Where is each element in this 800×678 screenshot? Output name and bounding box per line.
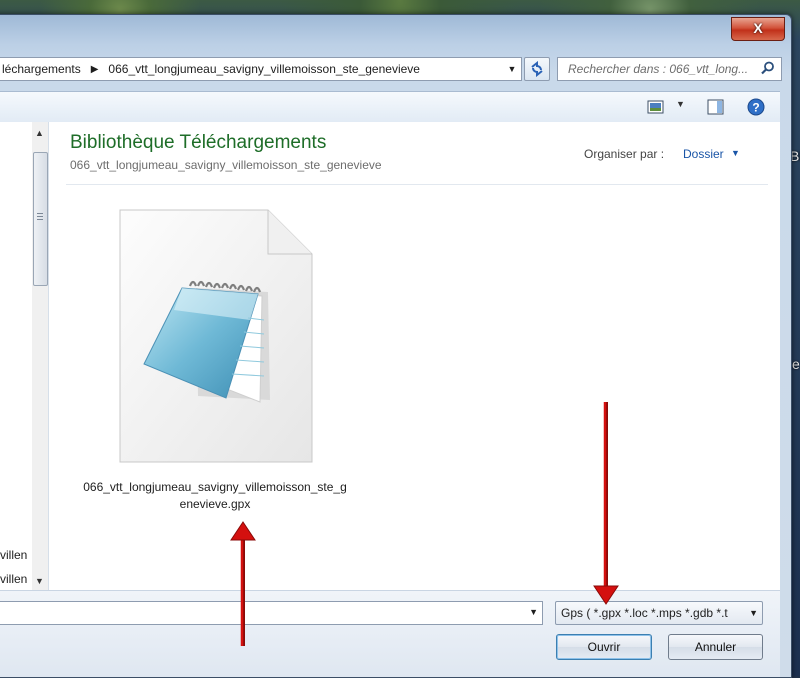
- desktop-map-label: e: [792, 356, 800, 372]
- toolbar: ▼ ?: [0, 91, 780, 123]
- help-icon[interactable]: ?: [747, 98, 765, 116]
- navigation-scroll-thumb[interactable]: [33, 152, 48, 286]
- notepad-document-icon[interactable]: [118, 208, 314, 464]
- refresh-icon: [531, 60, 543, 78]
- close-button[interactable]: X: [731, 17, 785, 41]
- file-name-line: 066_vtt_longjumeau_savigny_villemoisson_…: [83, 480, 347, 494]
- file-type-filter-value: Gps ( *.gpx *.loc *.mps *.gdb *.t: [561, 606, 728, 620]
- cancel-button[interactable]: Annuler: [668, 634, 763, 660]
- address-bar[interactable]: léchargements ▶ 066_vtt_longjumeau_savig…: [0, 57, 522, 81]
- filename-input[interactable]: [4, 602, 508, 624]
- search-box[interactable]: [557, 57, 782, 81]
- search-input[interactable]: [566, 58, 760, 80]
- view-dropdown-icon[interactable]: ▼: [676, 99, 685, 109]
- refresh-button[interactable]: [524, 57, 550, 81]
- chevron-down-icon[interactable]: ▼: [744, 602, 758, 624]
- search-icon[interactable]: [761, 61, 775, 75]
- arrange-by-dropdown[interactable]: Dossier: [683, 147, 724, 161]
- file-name-label[interactable]: 066_vtt_longjumeau_savigny_villemoisson_…: [70, 479, 360, 513]
- scroll-down-icon[interactable]: ▼: [35, 576, 44, 586]
- library-subtitle: 066_vtt_longjumeau_savigny_villemoisson_…: [70, 158, 382, 172]
- nav-item[interactable]: villen: [0, 572, 27, 586]
- nav-item[interactable]: villen: [0, 548, 27, 562]
- filename-field[interactable]: ▼: [0, 601, 543, 625]
- arrange-by-label: Organiser par :: [584, 147, 665, 161]
- file-item[interactable]: 066_vtt_longjumeau_savigny_villemoisson_…: [70, 200, 360, 520]
- svg-text:?: ?: [752, 101, 759, 115]
- open-button[interactable]: Ouvrir: [556, 634, 652, 660]
- breadcrumb-separator-icon[interactable]: ▶: [91, 64, 99, 75]
- address-dropdown-icon[interactable]: ▼: [503, 58, 521, 80]
- breadcrumb-segment[interactable]: léchargements: [0, 62, 81, 76]
- header-divider: [66, 184, 768, 185]
- breadcrumb-current[interactable]: 066_vtt_longjumeau_savigny_villemoisson_…: [106, 62, 420, 76]
- library-title: Bibliothèque Téléchargements: [70, 132, 327, 153]
- filename-dropdown-icon[interactable]: ▼: [529, 607, 538, 617]
- change-view-icon[interactable]: [647, 98, 665, 116]
- file-type-filter[interactable]: Gps ( *.gpx *.loc *.mps *.gdb *.t ▼: [555, 601, 763, 625]
- scroll-up-icon[interactable]: ▲: [35, 128, 44, 138]
- preview-pane-icon[interactable]: [707, 98, 725, 116]
- chevron-down-icon[interactable]: ▼: [731, 148, 740, 158]
- file-name-line: enevieve.gpx: [179, 497, 251, 511]
